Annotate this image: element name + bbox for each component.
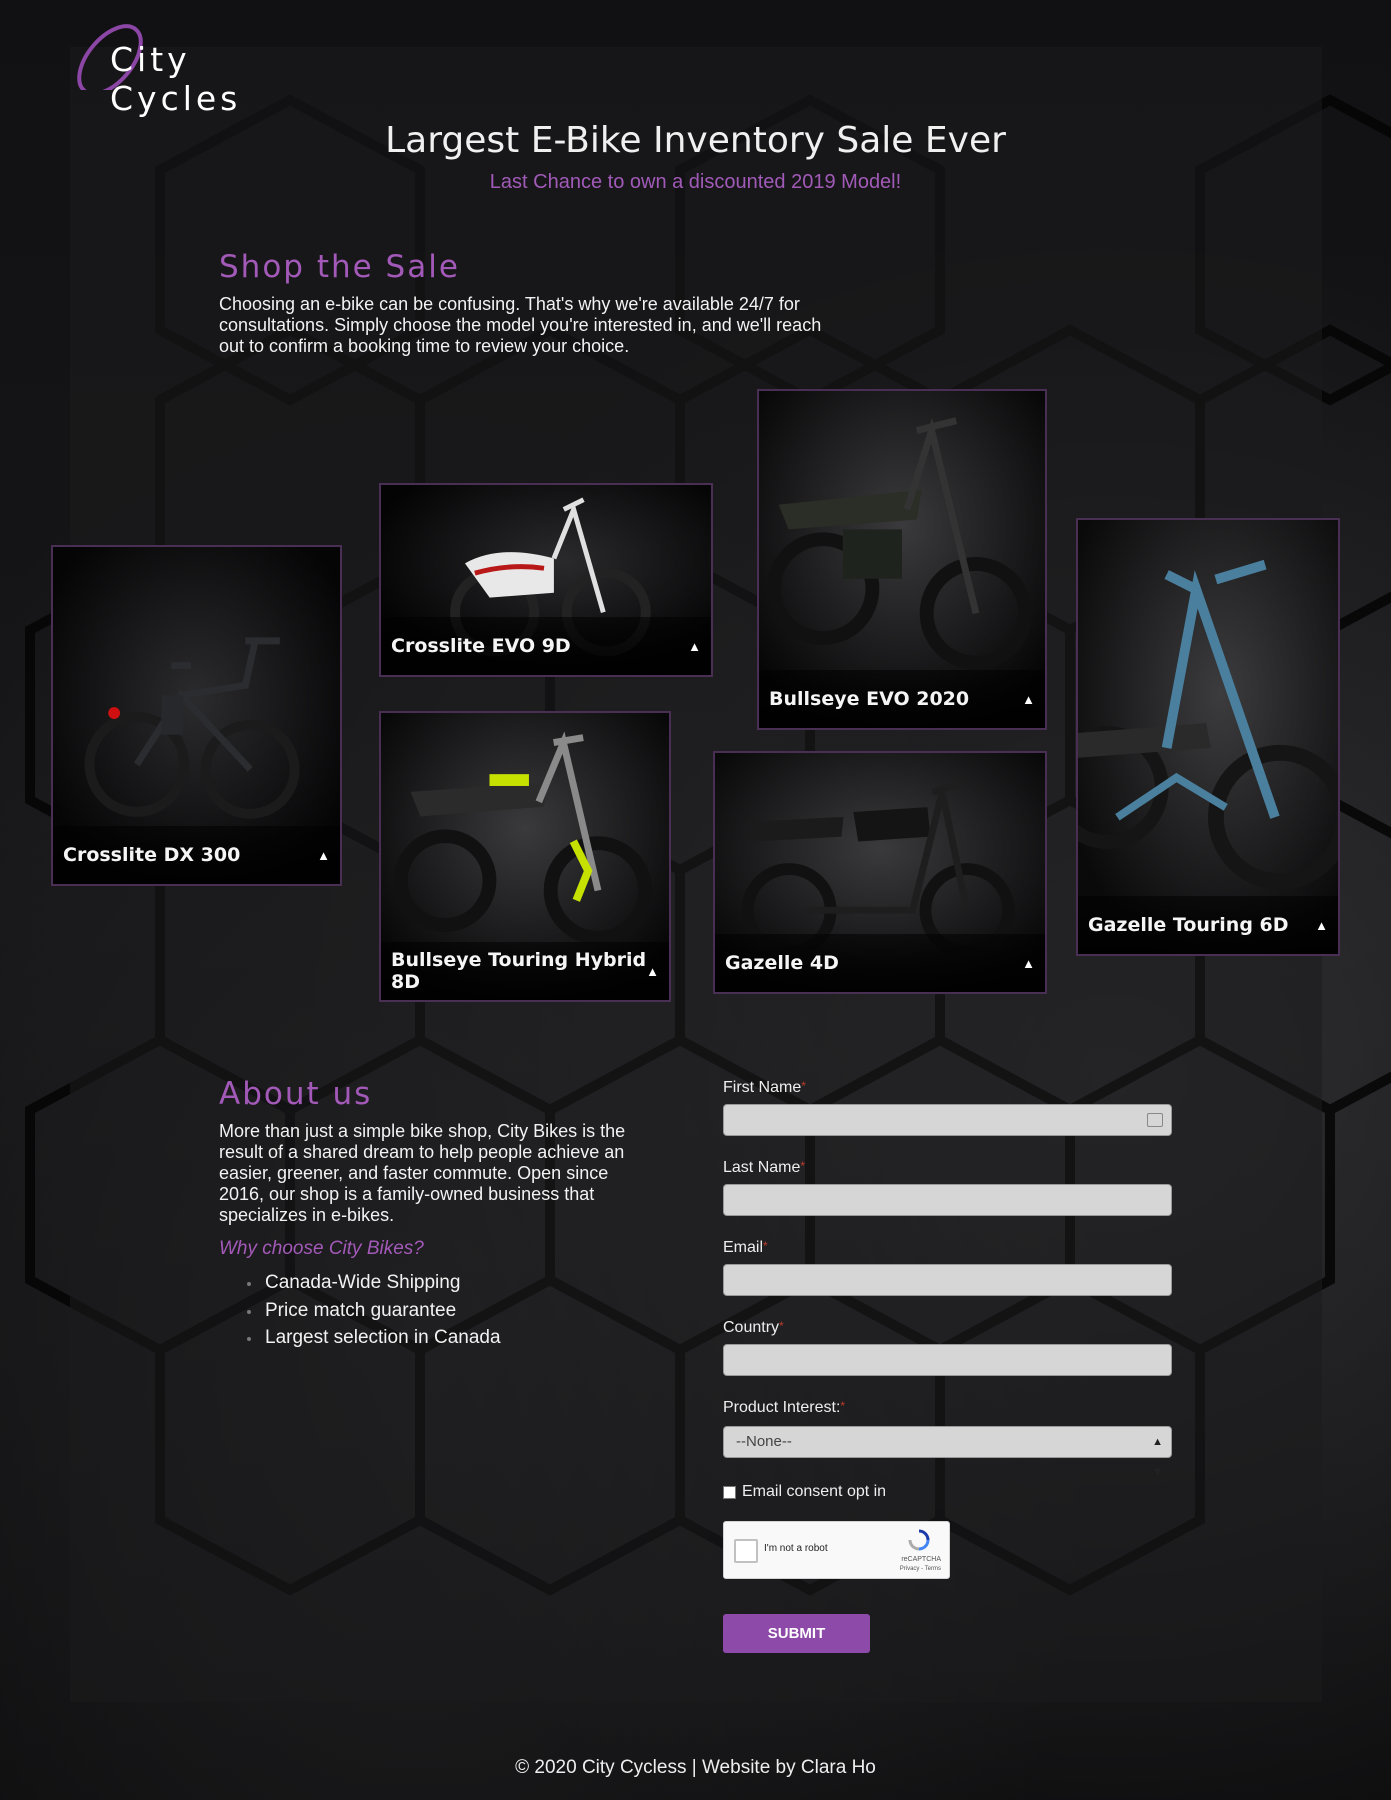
selected-value: --None-- bbox=[736, 1433, 792, 1450]
product-caption: Crosslite EVO 9D ▲ bbox=[381, 617, 711, 675]
list-item: Price match guarantee bbox=[247, 1300, 501, 1328]
chevron-up-icon[interactable]: ▲ bbox=[1022, 956, 1035, 971]
logo[interactable]: City Cycles bbox=[70, 10, 320, 118]
product-name: Gazelle Touring 6D bbox=[1088, 914, 1289, 936]
first-name-label: First Name* bbox=[723, 1079, 806, 1096]
first-name-field[interactable] bbox=[723, 1104, 1172, 1136]
chevron-up-icon[interactable]: ▲ bbox=[317, 848, 330, 863]
why-heading: Why choose City Bikes? bbox=[219, 1238, 424, 1259]
email-consent-label: Email consent opt in bbox=[742, 1483, 887, 1500]
recaptcha-links[interactable]: Privacy - Terms bbox=[900, 1566, 941, 1572]
product-caption: Bullseye EVO 2020 ▲ bbox=[759, 670, 1045, 728]
shop-description-line: out to confirm a booking time to review … bbox=[219, 336, 630, 356]
shop-description-line: Choosing an e-bike can be confusing. Tha… bbox=[219, 294, 800, 314]
email-label: Email* bbox=[723, 1239, 768, 1256]
reasons-list: Canada-Wide Shipping Price match guarant… bbox=[247, 1272, 501, 1355]
country-label: Country* bbox=[723, 1319, 784, 1336]
recaptcha-label: I'm not a robot bbox=[764, 1543, 828, 1554]
about-description-line: result of a shared dream to help people … bbox=[219, 1142, 625, 1162]
email-field[interactable] bbox=[723, 1264, 1172, 1296]
recaptcha-logo-icon bbox=[908, 1529, 930, 1551]
chevron-up-icon[interactable]: ▲ bbox=[688, 639, 701, 654]
product-interest-select[interactable]: --None-- ▲ ▼ bbox=[723, 1426, 1172, 1478]
bike-image bbox=[1078, 520, 1338, 954]
product-interest-label: Product Interest:* bbox=[723, 1399, 846, 1416]
last-name-label: Last Name* bbox=[723, 1159, 806, 1176]
about-description-line: specializes in e-bikes. bbox=[219, 1205, 395, 1225]
hero-subtitle: Last Chance to own a discounted 2019 Mod… bbox=[489, 171, 902, 193]
product-name: Crosslite DX 300 bbox=[63, 844, 241, 866]
email-consent-row: Email consent opt in bbox=[723, 1483, 886, 1501]
chevron-up-icon[interactable]: ▲ bbox=[1315, 918, 1328, 933]
about-description-line: easier, greener, and faster commute. Ope… bbox=[219, 1163, 609, 1183]
recaptcha-brand: reCAPTCHA bbox=[901, 1556, 941, 1563]
product-name: Bullseye EVO 2020 bbox=[769, 688, 970, 710]
chevron-up-icon[interactable]: ▲ bbox=[646, 964, 659, 979]
chevron-down-icon: ▲ ▼ bbox=[1152, 1436, 1163, 1478]
about-description-line: More than just a simple bike shop, City … bbox=[219, 1121, 626, 1141]
chevron-up-icon[interactable]: ▲ bbox=[1022, 692, 1035, 707]
recaptcha-widget: I'm not a robot reCAPTCHA Privacy - Term… bbox=[723, 1521, 950, 1579]
product-name: Gazelle 4D bbox=[725, 952, 839, 974]
product-card-crosslite-dx-300[interactable]: Crosslite DX 300 ▲ bbox=[51, 545, 342, 886]
shop-description: Choosing an e-bike can be confusing. Tha… bbox=[219, 294, 821, 357]
about-heading: About us bbox=[219, 1076, 373, 1112]
country-field[interactable] bbox=[723, 1344, 1172, 1376]
product-card-bullseye-evo-2020[interactable]: Bullseye EVO 2020 ▲ bbox=[757, 389, 1047, 730]
email-consent-checkbox[interactable] bbox=[723, 1485, 736, 1499]
about-description: More than just a simple bike shop, City … bbox=[219, 1121, 625, 1226]
footer-text: © 2020 City Cycless | Website by Clara H… bbox=[515, 1757, 876, 1778]
contact-card-icon bbox=[1147, 1113, 1163, 1127]
product-card-crosslite-evo-9d[interactable]: Crosslite EVO 9D ▲ bbox=[379, 483, 713, 677]
shop-description-line: consultations. Simply choose the model y… bbox=[219, 315, 822, 335]
submit-button[interactable]: SUBMIT bbox=[723, 1614, 870, 1653]
product-caption: Crosslite DX 300 ▲ bbox=[53, 826, 340, 884]
product-caption: Gazelle 4D ▲ bbox=[715, 934, 1045, 992]
list-item: Canada-Wide Shipping bbox=[247, 1272, 501, 1300]
product-name: Crosslite EVO 9D bbox=[391, 635, 571, 657]
product-name: Bullseye Touring Hybrid 8D bbox=[391, 949, 647, 993]
brand-name: City Cycles bbox=[110, 40, 242, 118]
product-card-gazelle-touring-6d[interactable]: Gazelle Touring 6D ▲ bbox=[1076, 518, 1340, 956]
product-caption: Bullseye Touring Hybrid 8D ▲ bbox=[381, 942, 669, 1000]
hero-title: Largest E-Bike Inventory Sale Ever bbox=[385, 120, 1006, 161]
list-item: Largest selection in Canada bbox=[247, 1327, 501, 1355]
product-card-bullseye-touring-hybrid-8d[interactable]: Bullseye Touring Hybrid 8D ▲ bbox=[379, 711, 671, 1002]
product-caption: Gazelle Touring 6D ▲ bbox=[1078, 896, 1338, 954]
recaptcha-checkbox[interactable] bbox=[734, 1539, 758, 1563]
last-name-field[interactable] bbox=[723, 1184, 1172, 1216]
shop-heading: Shop the Sale bbox=[219, 249, 460, 285]
product-card-gazelle-4d[interactable]: Gazelle 4D ▲ bbox=[713, 751, 1047, 994]
about-description-line: 2016, our shop is a family-owned busines… bbox=[219, 1184, 595, 1204]
